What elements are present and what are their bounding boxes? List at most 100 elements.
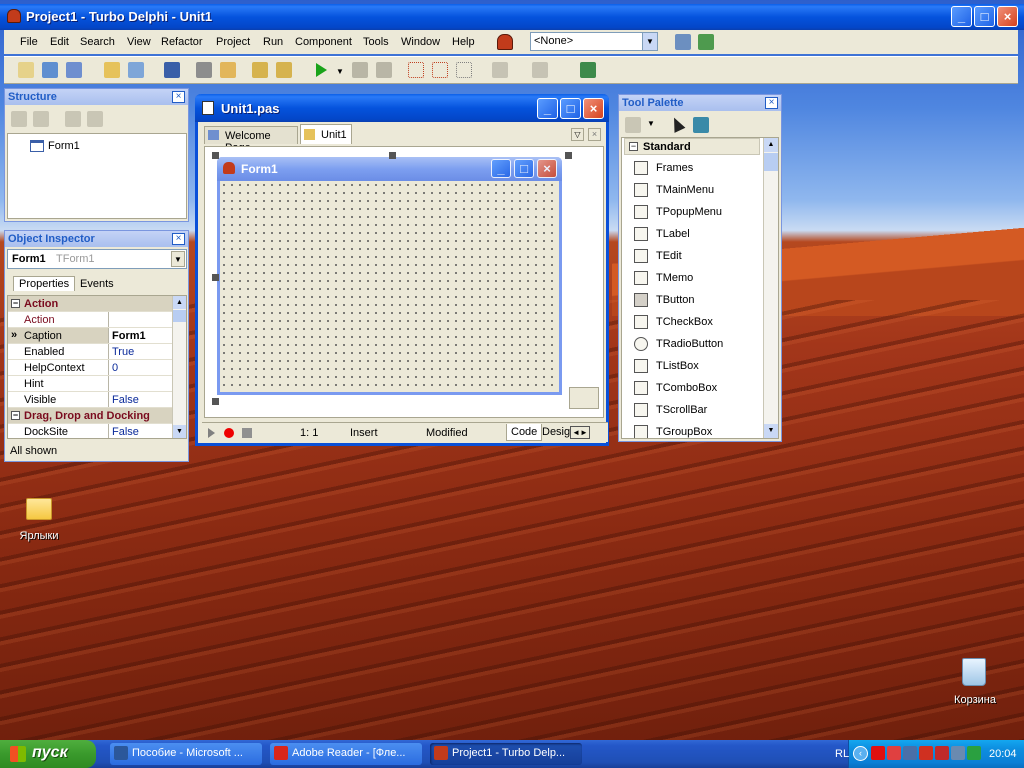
menu-refactor[interactable]: Refactor xyxy=(161,36,203,48)
expander-icon[interactable]: − xyxy=(11,299,20,308)
step-over-icon[interactable] xyxy=(432,62,448,78)
help-book-icon[interactable] xyxy=(580,62,596,78)
maximize-button[interactable]: □ xyxy=(974,6,995,27)
record-macro-icon[interactable] xyxy=(224,428,234,438)
menu-search[interactable]: Search xyxy=(80,36,115,48)
property-value[interactable]: True xyxy=(108,344,174,359)
menu-tools[interactable]: Tools xyxy=(363,36,389,48)
filter-icon[interactable] xyxy=(693,117,709,133)
scroll-down-icon[interactable]: ▼ xyxy=(764,424,778,438)
palette-item-tcombobox[interactable]: TComboBox xyxy=(622,378,762,400)
menu-view[interactable]: View xyxy=(127,36,151,48)
expander-icon[interactable]: − xyxy=(629,142,638,151)
save-icon[interactable] xyxy=(164,62,180,78)
add-file-icon[interactable] xyxy=(252,62,268,78)
desktop-layout-combo[interactable]: <None> ▼ xyxy=(530,32,658,51)
ati-icon[interactable] xyxy=(871,746,885,760)
tab-scroll-icon[interactable]: ◄► xyxy=(570,426,590,439)
back-arrow-icon[interactable] xyxy=(492,62,508,78)
run-icon[interactable] xyxy=(316,63,327,77)
tree-item-form1[interactable]: Form1 xyxy=(48,140,80,152)
property-value[interactable]: Form1 xyxy=(108,328,174,343)
shield-icon[interactable] xyxy=(935,746,949,760)
menu-window[interactable]: Window xyxy=(401,36,440,48)
up-arrow-icon[interactable] xyxy=(65,111,81,127)
forward-arrow-icon[interactable] xyxy=(532,62,548,78)
close-button[interactable]: × xyxy=(537,159,557,178)
expander-icon[interactable]: − xyxy=(11,411,20,420)
start-button[interactable]: пуск xyxy=(0,740,96,768)
close-button[interactable]: × xyxy=(583,98,604,119)
green-status-icon[interactable] xyxy=(967,746,981,760)
taskbar-item-adobe-reader[interactable]: Adobe Reader - [Фле... xyxy=(270,743,422,765)
minimize-button[interactable]: _ xyxy=(537,98,558,119)
property-value[interactable]: False xyxy=(108,424,174,438)
selection-handle[interactable] xyxy=(389,152,396,159)
menu-edit[interactable]: Edit xyxy=(50,36,69,48)
palette-item-tgroupbox[interactable]: TGroupBox xyxy=(622,422,762,438)
palette-scrollbar[interactable]: ▲ ▼ xyxy=(763,138,778,438)
play-macro-icon[interactable] xyxy=(208,428,215,438)
palette-item-tpopupmenu[interactable]: TPopupMenu xyxy=(622,202,762,224)
selection-handle[interactable] xyxy=(212,398,219,405)
property-row[interactable]: HelpContext 0 xyxy=(8,360,176,376)
taskbar-item-turbo-delphi[interactable]: Project1 - Turbo Delp... xyxy=(430,743,582,765)
close-icon[interactable]: × xyxy=(172,91,185,103)
close-icon[interactable]: × xyxy=(172,233,185,245)
desktop-icon-recycle-bin[interactable]: Корзина xyxy=(948,656,1002,708)
run-dropdown-icon[interactable]: ▼ xyxy=(336,67,344,76)
tab-list-icon[interactable]: ▽ xyxy=(571,128,584,141)
menu-project[interactable]: Project xyxy=(216,36,250,48)
language-indicator[interactable]: RL xyxy=(835,748,849,760)
expand-icon[interactable] xyxy=(11,111,27,127)
property-value[interactable] xyxy=(108,376,174,391)
scroll-up-icon[interactable]: ▲ xyxy=(764,138,778,152)
property-value[interactable] xyxy=(108,312,174,327)
category-header-standard[interactable]: − Standard xyxy=(624,138,760,155)
chevron-down-icon[interactable]: ▼ xyxy=(171,251,185,267)
save-all-icon[interactable] xyxy=(66,62,82,78)
selection-handle[interactable] xyxy=(565,152,572,159)
palette-item-tlabel[interactable]: TLabel xyxy=(622,224,762,246)
minimize-button[interactable]: _ xyxy=(491,159,511,178)
property-row-selected[interactable]: » Caption Form1 xyxy=(8,328,176,344)
stop-icon[interactable] xyxy=(376,62,392,78)
selection-handle[interactable] xyxy=(212,152,219,159)
close-icon[interactable]: × xyxy=(765,97,778,109)
palette-item-tcheckbox[interactable]: TCheckBox xyxy=(622,312,762,334)
property-row[interactable]: Enabled True xyxy=(8,344,176,360)
palette-item-tscrollbar[interactable]: TScrollBar xyxy=(622,400,762,422)
maximize-button[interactable]: □ xyxy=(560,98,581,119)
tab-unit1[interactable]: Unit1 xyxy=(300,124,352,144)
main-titlebar[interactable]: Project1 - Turbo Delphi - Unit1 _ □ × xyxy=(0,4,1024,30)
menu-help[interactable]: Help xyxy=(452,36,475,48)
maximize-button[interactable]: □ xyxy=(514,159,534,178)
view-units-icon[interactable] xyxy=(220,62,236,78)
form-client-area[interactable] xyxy=(220,181,559,391)
remove-file-icon[interactable] xyxy=(276,62,292,78)
minimize-button[interactable]: _ xyxy=(951,6,972,27)
palette-item-tmainmenu[interactable]: TMainMenu xyxy=(622,180,762,202)
palette-item-tedit[interactable]: TEdit xyxy=(622,246,762,268)
close-button[interactable]: × xyxy=(997,6,1018,27)
property-row[interactable]: Visible False xyxy=(8,392,176,408)
tab-properties[interactable]: Properties xyxy=(13,276,76,291)
property-value[interactable]: False xyxy=(108,392,174,407)
editor-titlebar[interactable]: Unit1.pas _ □ × xyxy=(195,94,609,122)
property-row[interactable]: Hint xyxy=(8,376,176,392)
scroll-thumb[interactable] xyxy=(764,153,778,171)
tab-design[interactable]: Desig xyxy=(542,426,572,438)
palette-item-tlistbox[interactable]: TListBox xyxy=(622,356,762,378)
tray-expand-icon[interactable]: ‹ xyxy=(853,746,868,761)
scroll-down-icon[interactable]: ▼ xyxy=(173,425,186,438)
selection-handle[interactable] xyxy=(212,274,219,281)
property-category[interactable]: − Drag, Drop and Docking xyxy=(8,408,176,424)
collapse-icon[interactable] xyxy=(33,111,49,127)
trace-into-icon[interactable] xyxy=(408,62,424,78)
chevron-down-icon[interactable]: ▼ xyxy=(642,33,657,50)
categories-icon[interactable] xyxy=(625,117,641,133)
toggle-form-unit-icon[interactable] xyxy=(196,62,212,78)
desktop-icon-shortcuts[interactable]: Ярлыки xyxy=(14,494,64,544)
tab-code[interactable]: Code xyxy=(506,424,543,441)
new-icon[interactable] xyxy=(18,62,34,78)
